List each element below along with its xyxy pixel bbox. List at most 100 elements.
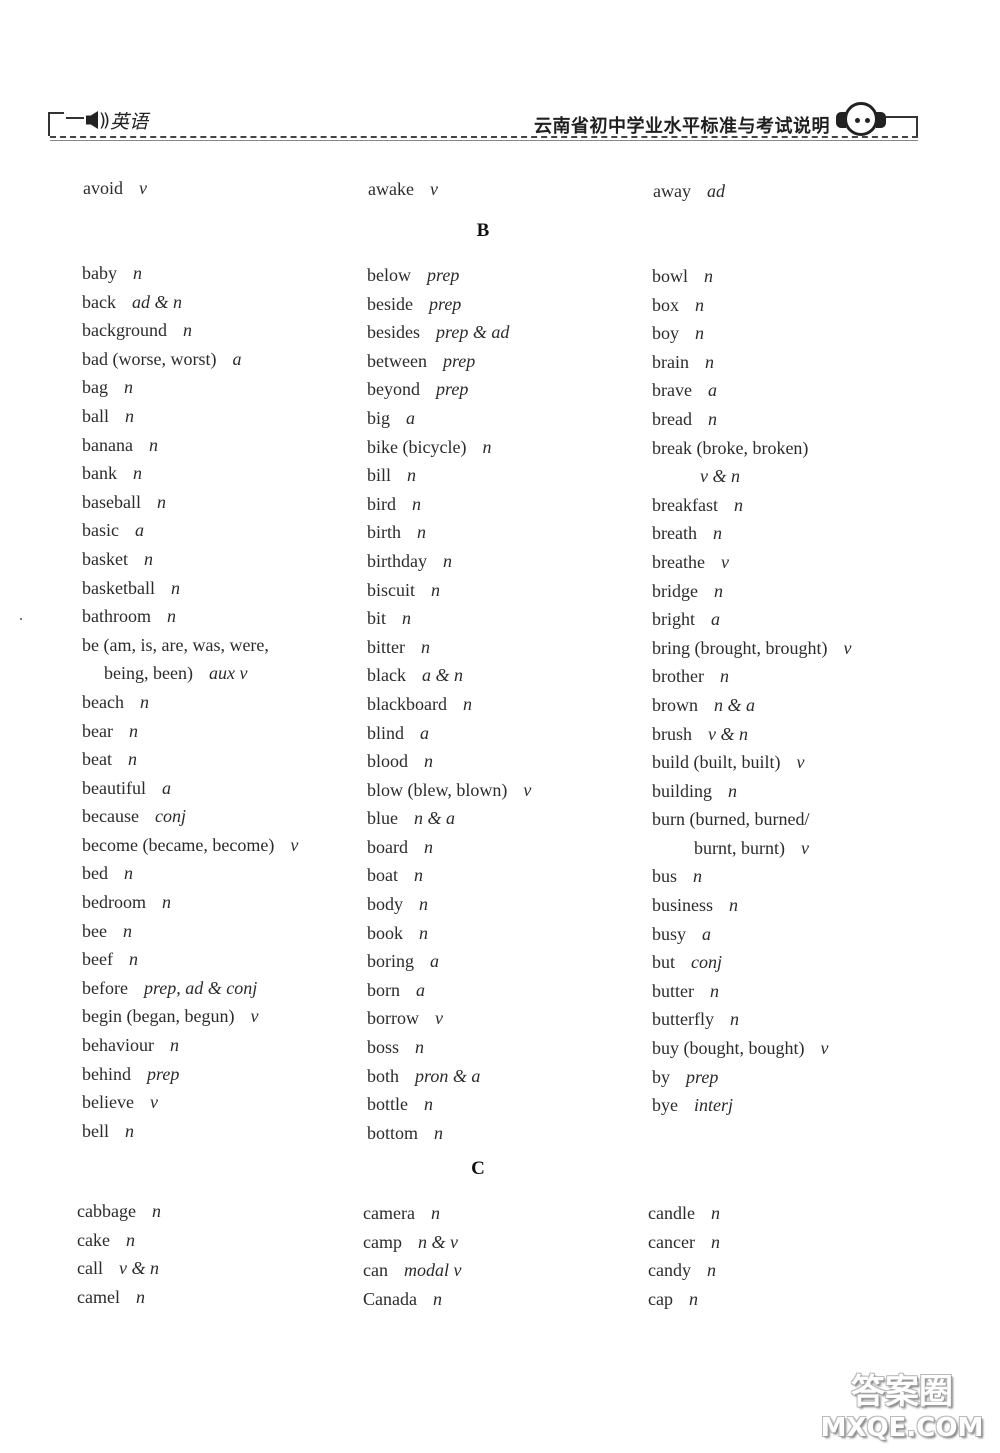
- vocab-word: bread: [652, 408, 692, 429]
- part-of-speech: n: [151, 1201, 161, 1221]
- vocab-entry: bank n: [82, 459, 298, 488]
- part-of-speech: v: [843, 637, 852, 658]
- vocab-entry: beach n: [82, 688, 298, 717]
- vocab-entry: boring a: [367, 947, 531, 976]
- vocab-entry: break (broke, broken): [652, 434, 851, 463]
- vocab-entry: brown n & a: [652, 691, 851, 720]
- vocab-entry: body n: [367, 890, 531, 919]
- part-of-speech: prep: [436, 379, 469, 400]
- part-of-speech: prep: [427, 265, 460, 285]
- vocab-word: bridge: [652, 580, 698, 601]
- vocab-word: boy: [652, 323, 679, 344]
- vocab-entry: both pron & a: [367, 1062, 531, 1091]
- vocab-entry: basket n: [82, 545, 298, 574]
- b-col-2: below prep beside prep besides prep & ad betwe…: [367, 261, 531, 1147]
- vocab-entry: by prep: [652, 1063, 851, 1092]
- part-of-speech: v: [800, 837, 809, 858]
- vocab-entry: basketball n: [82, 574, 298, 603]
- vocab-entry: call v & n: [77, 1254, 161, 1283]
- vocab-word: behind: [82, 1063, 131, 1084]
- part-of-speech: n: [421, 636, 430, 657]
- vocab-entry: brave a: [652, 376, 851, 405]
- vocab-entry: bad (worse, worst) a: [82, 345, 298, 374]
- vocab-word: camera: [363, 1203, 415, 1223]
- part-of-speech: v & n: [708, 723, 748, 744]
- vocab-entry: camera n: [363, 1199, 461, 1228]
- part-of-speech: n: [143, 548, 153, 569]
- vocab-entry: beautiful a: [82, 774, 298, 803]
- vocab-entry: bridge n: [652, 577, 851, 606]
- vocab-word: avoid: [83, 178, 123, 198]
- vocab-entry: candy n: [648, 1256, 720, 1285]
- vocab-entry: camp n & v: [363, 1228, 461, 1257]
- part-of-speech: n: [125, 1229, 135, 1250]
- vocab-word: cabbage: [77, 1201, 136, 1221]
- part-of-speech: v: [820, 1038, 829, 1059]
- part-of-speech: n: [419, 894, 428, 915]
- vocab-word: bring (brought, brought): [652, 637, 828, 658]
- a-tail-col-3: away ad: [653, 177, 725, 206]
- vocab-entry: become (became, become) v: [82, 831, 298, 860]
- vocab-entry: blood n: [367, 747, 531, 776]
- part-of-speech: n: [122, 920, 132, 941]
- vocab-entry: blackboard n: [367, 690, 531, 719]
- vocab-entry: book n: [367, 919, 531, 948]
- vocab-word: basketball: [82, 577, 155, 598]
- vocab-entry: banana n: [82, 431, 298, 460]
- vocab-word: bowl: [652, 266, 688, 286]
- vocab-word: beach: [82, 691, 124, 712]
- vocab-word: back: [82, 291, 116, 312]
- part-of-speech: v: [149, 1092, 158, 1113]
- vocab-word: butter: [652, 980, 694, 1001]
- vocab-word: both: [367, 1065, 400, 1086]
- section-letter-c: C: [471, 1158, 485, 1179]
- vocab-word: breathe: [652, 551, 705, 572]
- part-of-speech: n: [710, 1231, 720, 1252]
- vocab-word: below: [367, 265, 411, 285]
- part-of-speech: prep: [428, 293, 462, 314]
- part-of-speech: conj: [691, 952, 723, 973]
- vocab-word: break (broke, broken): [652, 437, 809, 458]
- vocab-word: breath: [652, 523, 697, 544]
- part-of-speech: n: [170, 577, 180, 598]
- speaker-icon: [86, 111, 98, 129]
- vocab-entry: biscuit n: [367, 576, 531, 605]
- vocab-word: boss: [367, 1037, 400, 1058]
- vocab-word: blackboard: [367, 693, 447, 714]
- vocab-entry: bowl n: [652, 262, 851, 291]
- part-of-speech: n: [169, 1035, 179, 1056]
- vocab-word: birth: [367, 522, 401, 543]
- vocab-word: bad (worse, worst): [82, 348, 217, 369]
- vocab-entry: besides prep & ad: [367, 318, 531, 347]
- vocab-entry: cabbage n: [77, 1197, 161, 1226]
- vocab-word: can: [363, 1260, 388, 1281]
- part-of-speech: n: [713, 580, 723, 601]
- vocab-word: bus: [652, 866, 678, 887]
- vocab-entry: big a: [367, 404, 531, 433]
- vocab-word: burn (burned, burned/: [652, 809, 810, 830]
- vocab-entry: between prep: [367, 347, 531, 376]
- a-tail-col-1: avoid v: [83, 174, 147, 203]
- vocab-word: boring: [367, 951, 414, 972]
- vocab-word: cancer: [648, 1231, 695, 1252]
- vocab-entry: but conj: [652, 948, 851, 977]
- vocab-entry: bitter n: [367, 633, 531, 662]
- part-of-speech: n: [733, 494, 743, 515]
- vocab-entry: below prep: [367, 261, 531, 290]
- part-of-speech: n: [430, 1203, 440, 1223]
- vocab-word: brother: [652, 666, 704, 687]
- header-dashed-rule: [50, 136, 918, 138]
- part-of-speech: n: [729, 895, 739, 916]
- vocab-word: butterfly: [652, 1009, 714, 1030]
- vocab-word: birthday: [367, 550, 427, 571]
- vocab-entry: begin (began, begun) v: [82, 1002, 298, 1031]
- vocab-entry: cancer n: [648, 1228, 720, 1257]
- vocab-word: beyond: [367, 379, 420, 400]
- vocab-word: brain: [652, 351, 689, 372]
- vocab-entry: Canada n: [363, 1285, 461, 1314]
- part-of-speech: n: [148, 434, 158, 455]
- mascot-eye: [865, 118, 870, 123]
- c-col-3: candle n cancer n candy n cap n: [648, 1199, 720, 1313]
- vocab-word: bee: [82, 920, 107, 941]
- vocab-entry: behaviour n: [82, 1031, 298, 1060]
